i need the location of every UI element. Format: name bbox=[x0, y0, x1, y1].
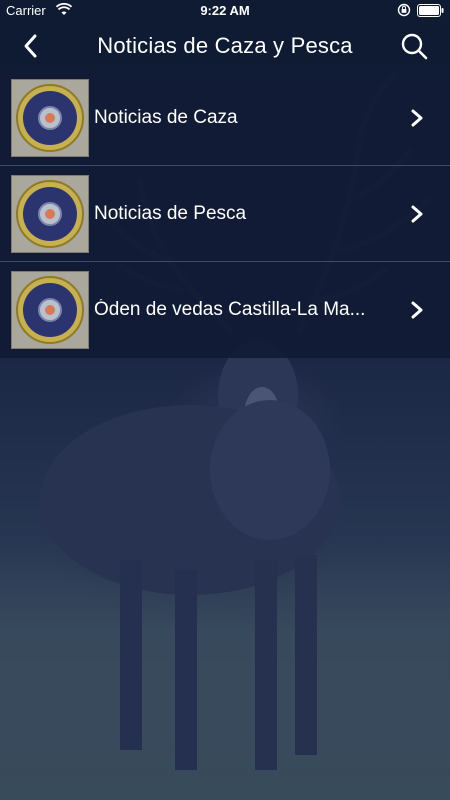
list-item-label: Noticias de Pesca bbox=[94, 203, 247, 224]
list-item-label: Noticias de Caza bbox=[94, 107, 238, 128]
shotgun-shell-icon bbox=[11, 271, 89, 349]
list-item-pesca[interactable]: Noticias de Pesca bbox=[0, 166, 450, 262]
category-list: Noticias de Caza Noticias de Pesca Óden … bbox=[0, 70, 450, 358]
page-title: Noticias de Caza y Pesca bbox=[97, 33, 353, 58]
battery-icon bbox=[417, 3, 444, 20]
chevron-right-icon bbox=[410, 300, 424, 320]
list-item-label: Óden de vedas Castilla-La Ma... bbox=[94, 299, 366, 320]
shotgun-shell-icon bbox=[11, 79, 89, 157]
list-item-caza[interactable]: Noticias de Caza bbox=[0, 70, 450, 166]
orientation-lock-icon bbox=[397, 3, 411, 20]
chevron-right-icon bbox=[410, 204, 424, 224]
search-icon[interactable] bbox=[400, 32, 428, 60]
list-item-vedas[interactable]: Óden de vedas Castilla-La Ma... bbox=[0, 262, 450, 358]
shotgun-shell-icon bbox=[11, 175, 89, 253]
chevron-right-icon bbox=[410, 108, 424, 128]
navigation-bar: Noticias de Caza y Pesca bbox=[0, 22, 450, 71]
status-time: 9:22 AM bbox=[200, 3, 250, 18]
status-bar: Carrier 9:22 AM bbox=[0, 0, 450, 22]
